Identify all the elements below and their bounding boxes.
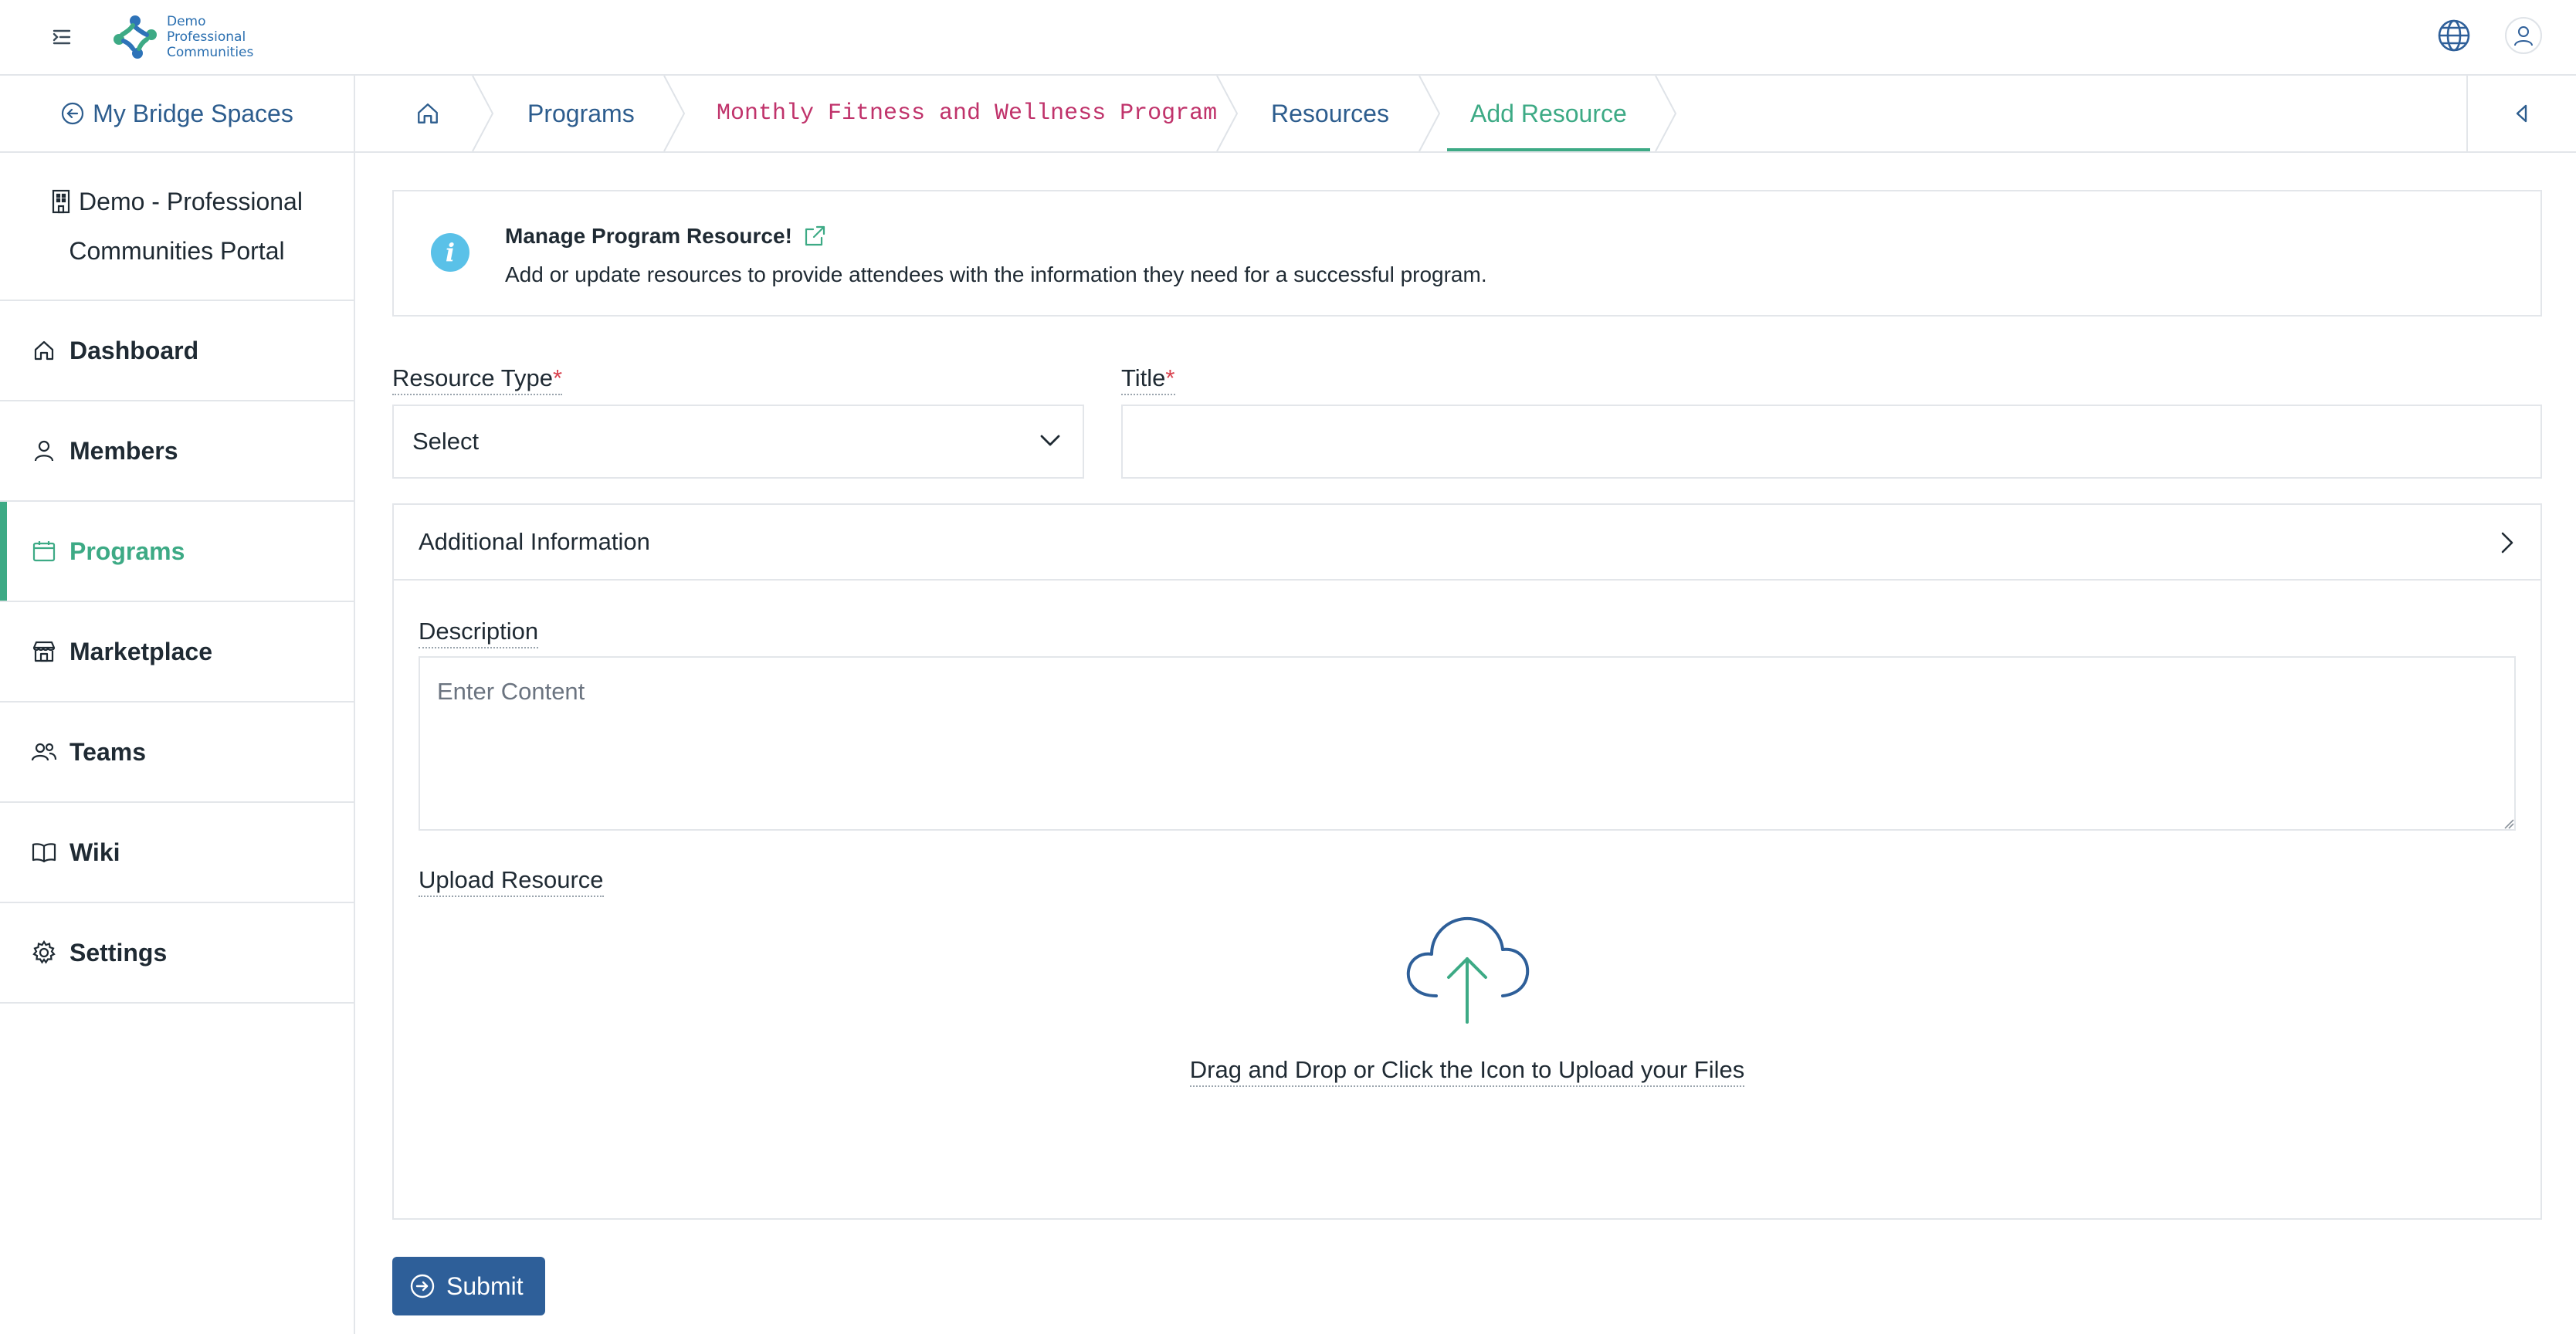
breadcrumb-separator: [1655, 76, 1677, 151]
logo-mark-icon: [114, 15, 157, 59]
caret-left-icon: [2516, 104, 2527, 123]
sidebar-item-marketplace[interactable]: Marketplace: [0, 602, 354, 703]
title-label: Title*: [1121, 364, 1175, 395]
external-link-icon[interactable]: [803, 225, 826, 248]
breadcrumb: Programs Monthly Fitness and Wellness Pr…: [355, 76, 2576, 153]
portal-name-line-2: Communities Portal: [69, 237, 285, 265]
info-title-text: Manage Program Resource!: [505, 224, 792, 248]
users-icon: [31, 739, 57, 765]
top-bar: Demo Professional Communities: [0, 0, 2576, 76]
breadcrumb-programs[interactable]: Programs: [527, 76, 635, 151]
cloud-upload-icon[interactable]: [1401, 909, 1534, 1027]
portal-name: Demo - Professional Communities Portal: [0, 153, 354, 301]
menu-toggle-icon[interactable]: [48, 23, 76, 51]
sidebar-item-label: Settings: [69, 938, 168, 967]
sidebar-item-label: Dashboard: [69, 336, 199, 364]
sidebar: My Bridge Spaces Demo - Professional Com…: [0, 76, 355, 1334]
title-input[interactable]: [1121, 405, 2542, 479]
chevron-right-icon: [2501, 532, 2513, 554]
sidebar-item-wiki[interactable]: Wiki: [0, 803, 354, 903]
gear-icon: [31, 940, 57, 966]
logo-line-1: Demo: [167, 14, 206, 29]
submit-button[interactable]: Submit: [392, 1257, 545, 1315]
description-textarea[interactable]: [419, 656, 2516, 831]
globe-icon[interactable]: [2435, 17, 2473, 54]
breadcrumb-resources[interactable]: Resources: [1271, 76, 1389, 151]
collapse-panel-button[interactable]: [2466, 76, 2576, 151]
sidebar-item-label: Members: [69, 436, 178, 465]
breadcrumb-separator: [663, 76, 686, 151]
calendar-icon: [31, 538, 57, 564]
description-label: Description: [419, 618, 539, 648]
required-mark: *: [552, 364, 563, 391]
breadcrumb-separator: [472, 76, 494, 151]
chevron-down-icon: [1040, 435, 1060, 446]
sidebar-item-label: Wiki: [69, 838, 120, 866]
store-icon: [31, 638, 57, 665]
resource-type-selected-value: Select: [412, 428, 480, 455]
resource-type-label-text: Resource Type: [392, 364, 553, 391]
sidebar-item-label: Teams: [69, 737, 147, 766]
book-icon: [31, 839, 57, 865]
title-label-text: Title: [1121, 364, 1166, 391]
breadcrumb-separator: [1216, 76, 1239, 151]
info-banner: i Manage Program Resource! Add or update…: [392, 190, 2542, 317]
breadcrumb-add-resource[interactable]: Add Resource: [1447, 76, 1650, 151]
sidebar-item-label: Programs: [69, 537, 185, 565]
info-title: Manage Program Resource!: [505, 224, 826, 249]
description-label-text: Description: [419, 618, 539, 645]
logo-line-3: Communities: [167, 45, 254, 60]
building-icon: [52, 189, 70, 214]
arrow-circle-right-icon: [410, 1274, 435, 1298]
back-link-label: My Bridge Spaces: [93, 99, 293, 127]
upload-dropzone[interactable]: Drag and Drop or Click the Icon to Uploa…: [394, 891, 2540, 1184]
sidebar-item-teams[interactable]: Teams: [0, 703, 354, 803]
user-icon: [31, 438, 57, 464]
breadcrumb-home[interactable]: [415, 76, 440, 151]
required-mark: *: [1165, 364, 1175, 391]
app-logo[interactable]: Demo Professional Communities: [108, 8, 253, 66]
resource-type-label: Resource Type*: [392, 364, 563, 395]
sidebar-item-programs[interactable]: Programs: [0, 502, 354, 602]
home-icon: [418, 103, 438, 124]
additional-information-panel: Additional Information Description Uploa…: [392, 503, 2542, 1220]
breadcrumb-program-name[interactable]: Monthly Fitness and Wellness Program: [717, 76, 1217, 151]
info-icon: i: [431, 233, 469, 272]
additional-information-label: Additional Information: [419, 528, 650, 555]
info-description: Add or update resources to provide atten…: [505, 262, 1487, 286]
logo-line-2: Professional: [167, 29, 246, 45]
sidebar-item-members[interactable]: Members: [0, 401, 354, 502]
submit-label: Submit: [446, 1271, 524, 1300]
resource-type-select[interactable]: Select: [392, 405, 1084, 479]
user-avatar-icon[interactable]: [2505, 17, 2542, 54]
portal-name-line-1: Demo - Professional: [79, 188, 303, 215]
sidebar-item-dashboard[interactable]: Dashboard: [0, 301, 354, 401]
breadcrumb-separator: [1418, 76, 1441, 151]
upload-resource-label-text: Upload Resource: [419, 866, 604, 893]
home-icon: [31, 337, 57, 364]
sidebar-item-label: Marketplace: [69, 637, 212, 665]
back-circle-icon: [62, 102, 84, 125]
my-bridge-spaces-link[interactable]: My Bridge Spaces: [0, 76, 354, 153]
upload-instructions[interactable]: Drag and Drop or Click the Icon to Uploa…: [1189, 1056, 1745, 1087]
logo-text: Demo Professional Communities: [167, 14, 253, 60]
sidebar-item-settings[interactable]: Settings: [0, 903, 354, 1004]
additional-information-toggle[interactable]: Additional Information: [394, 505, 2540, 581]
